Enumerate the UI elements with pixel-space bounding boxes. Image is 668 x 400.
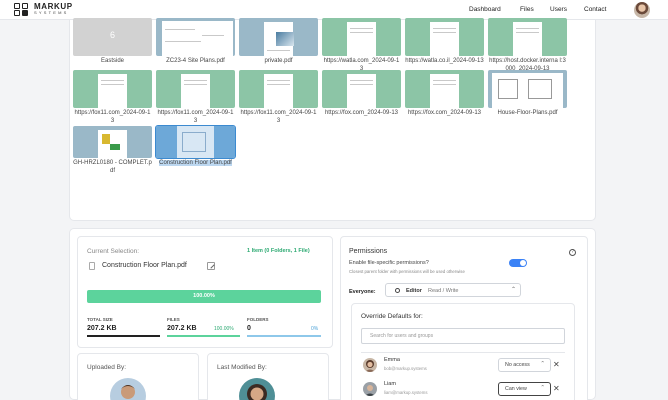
- user-name: Liam: [384, 381, 396, 387]
- enable-permissions-toggle[interactable]: [509, 259, 527, 267]
- markup-systems-logo[interactable]: MARKUP SYSTEMS: [14, 3, 73, 17]
- everyone-label: Everyone:: [349, 289, 376, 295]
- folders-value: 0: [247, 325, 251, 332]
- file-tile[interactable]: private.pdf: [239, 18, 318, 65]
- last-modified-title: Last Modified By:: [217, 364, 267, 371]
- tile-label: Eastside: [100, 58, 124, 64]
- globe-icon: [395, 288, 400, 293]
- file-tile[interactable]: https://fox.com_2024-09-13: [405, 70, 484, 117]
- top-navbar: MARKUP SYSTEMS Dashboard Files Users Con…: [0, 0, 668, 20]
- tile-label: Construction Floor Plan.pdf: [159, 160, 232, 166]
- file-icon: [89, 262, 95, 270]
- selection-count: 1 Item (0 Folders, 1 File): [247, 248, 310, 254]
- tile-label: https://fox11.com_2024-09-13: [240, 110, 317, 124]
- user-email: liam@markup.systems: [384, 390, 428, 395]
- file-tile[interactable]: ZC23-4 Site Plans.pdf: [156, 18, 235, 65]
- access-select[interactable]: Can view ⌃: [498, 382, 551, 396]
- progress-text: 100.00%: [193, 293, 215, 299]
- everyone-access: Read / Write: [428, 288, 459, 294]
- tile-label: House-Floor-Plans.pdf: [497, 110, 558, 116]
- user-avatar-emma: [363, 358, 377, 372]
- folders-percent: 0%: [311, 326, 319, 332]
- tile-label: GH-HRZL0180 - COMPLET.pdf: [73, 160, 152, 174]
- current-selection-title: Current Selection:: [87, 248, 140, 255]
- file-tile[interactable]: GH-HRZL0180 - COMPLET.pdf: [73, 126, 152, 175]
- total-size-value: 207.2 KB: [87, 325, 117, 332]
- selected-file-name: Construction Floor Plan.pdf: [102, 262, 187, 269]
- folder-tile-eastside[interactable]: 6 Eastside: [73, 18, 152, 65]
- tile-label: https://fox.com_2024-09-13: [324, 110, 399, 116]
- file-tile[interactable]: https://fox11.com_2024-09-13: [73, 70, 152, 125]
- help-icon[interactable]: ?: [569, 249, 576, 256]
- tile-label: https://watla.co.il_2024-09-13: [405, 58, 484, 64]
- nav-contact[interactable]: Contact: [584, 6, 606, 13]
- file-tile[interactable]: https://host.docker.interna l:3000_2024-…: [488, 18, 567, 73]
- logo-line-2: SYSTEMS: [34, 10, 69, 15]
- user-name: Emma: [384, 357, 400, 363]
- access-select[interactable]: No access ⌃: [498, 358, 551, 372]
- tile-label: https://fox11.com_2024-09-13: [74, 110, 151, 124]
- progress-bar: 100.00%: [87, 290, 321, 303]
- nav-dashboard[interactable]: Dashboard: [469, 6, 501, 13]
- files-value: 207.2 KB: [167, 325, 197, 332]
- everyone-role: Editor: [406, 288, 422, 294]
- file-tile[interactable]: https://fox11.com_2024-09-13: [239, 70, 318, 125]
- tile-label: https://fox11.com_2024-09-13: [157, 110, 234, 124]
- file-tile-selected[interactable]: Construction Floor Plan.pdf: [155, 125, 236, 167]
- uploaded-by-title: Uploaded By:: [87, 364, 127, 371]
- enable-permissions-label: Enable file-specific permissions?: [349, 260, 429, 266]
- everyone-role-select[interactable]: Editor Read / Write ⌃: [385, 283, 521, 297]
- logo-icon: [14, 3, 30, 17]
- files-percent: 100.00%: [214, 326, 234, 332]
- file-tile[interactable]: https://watla.co.il_2024-09-13: [405, 18, 484, 65]
- chevron-updown-icon: ⌃: [511, 287, 517, 293]
- close-icon[interactable]: ✕: [553, 360, 560, 369]
- nav-users[interactable]: Users: [550, 6, 567, 13]
- close-icon[interactable]: ✕: [553, 384, 560, 393]
- user-search-input[interactable]: [361, 328, 565, 344]
- divider: [361, 352, 565, 353]
- tile-label: https://fox.com_2024-09-13: [407, 110, 482, 116]
- total-size-label: TOTAL SIZE: [87, 317, 113, 322]
- access-value: Can view: [505, 386, 527, 392]
- edit-icon[interactable]: [207, 262, 215, 270]
- folders-label: FOLDERS: [247, 317, 269, 322]
- total-size-bar: [87, 335, 160, 337]
- access-value: No access: [505, 362, 530, 368]
- file-tile[interactable]: https://fox.com_2024-09-13: [322, 70, 401, 117]
- folder-count: 6: [109, 30, 115, 40]
- enable-permissions-note: Closest parent folder with permissions w…: [349, 269, 465, 274]
- permissions-title: Permissions: [349, 248, 388, 255]
- user-email: bob@markup.systems: [384, 366, 427, 371]
- files-bar: [167, 335, 240, 337]
- user-avatar[interactable]: [634, 2, 650, 18]
- override-defaults-title: Override Defaults for:: [361, 313, 423, 320]
- user-avatar-liam: [363, 382, 377, 396]
- chevron-updown-icon: ⌃: [540, 361, 545, 367]
- file-tile[interactable]: House-Floor-Plans.pdf: [488, 70, 567, 117]
- tile-label: ZC23-4 Site Plans.pdf: [166, 58, 225, 64]
- file-tile[interactable]: https://watla.com_2024-09-13: [322, 18, 401, 73]
- nav-files[interactable]: Files: [520, 6, 534, 13]
- files-label: FILES: [167, 317, 180, 322]
- file-tile[interactable]: https://fox11.com_2024-09-13: [156, 70, 235, 125]
- tile-label: private.pdf: [264, 58, 293, 64]
- folders-bar: [247, 335, 321, 337]
- chevron-updown-icon: ⌃: [540, 385, 545, 391]
